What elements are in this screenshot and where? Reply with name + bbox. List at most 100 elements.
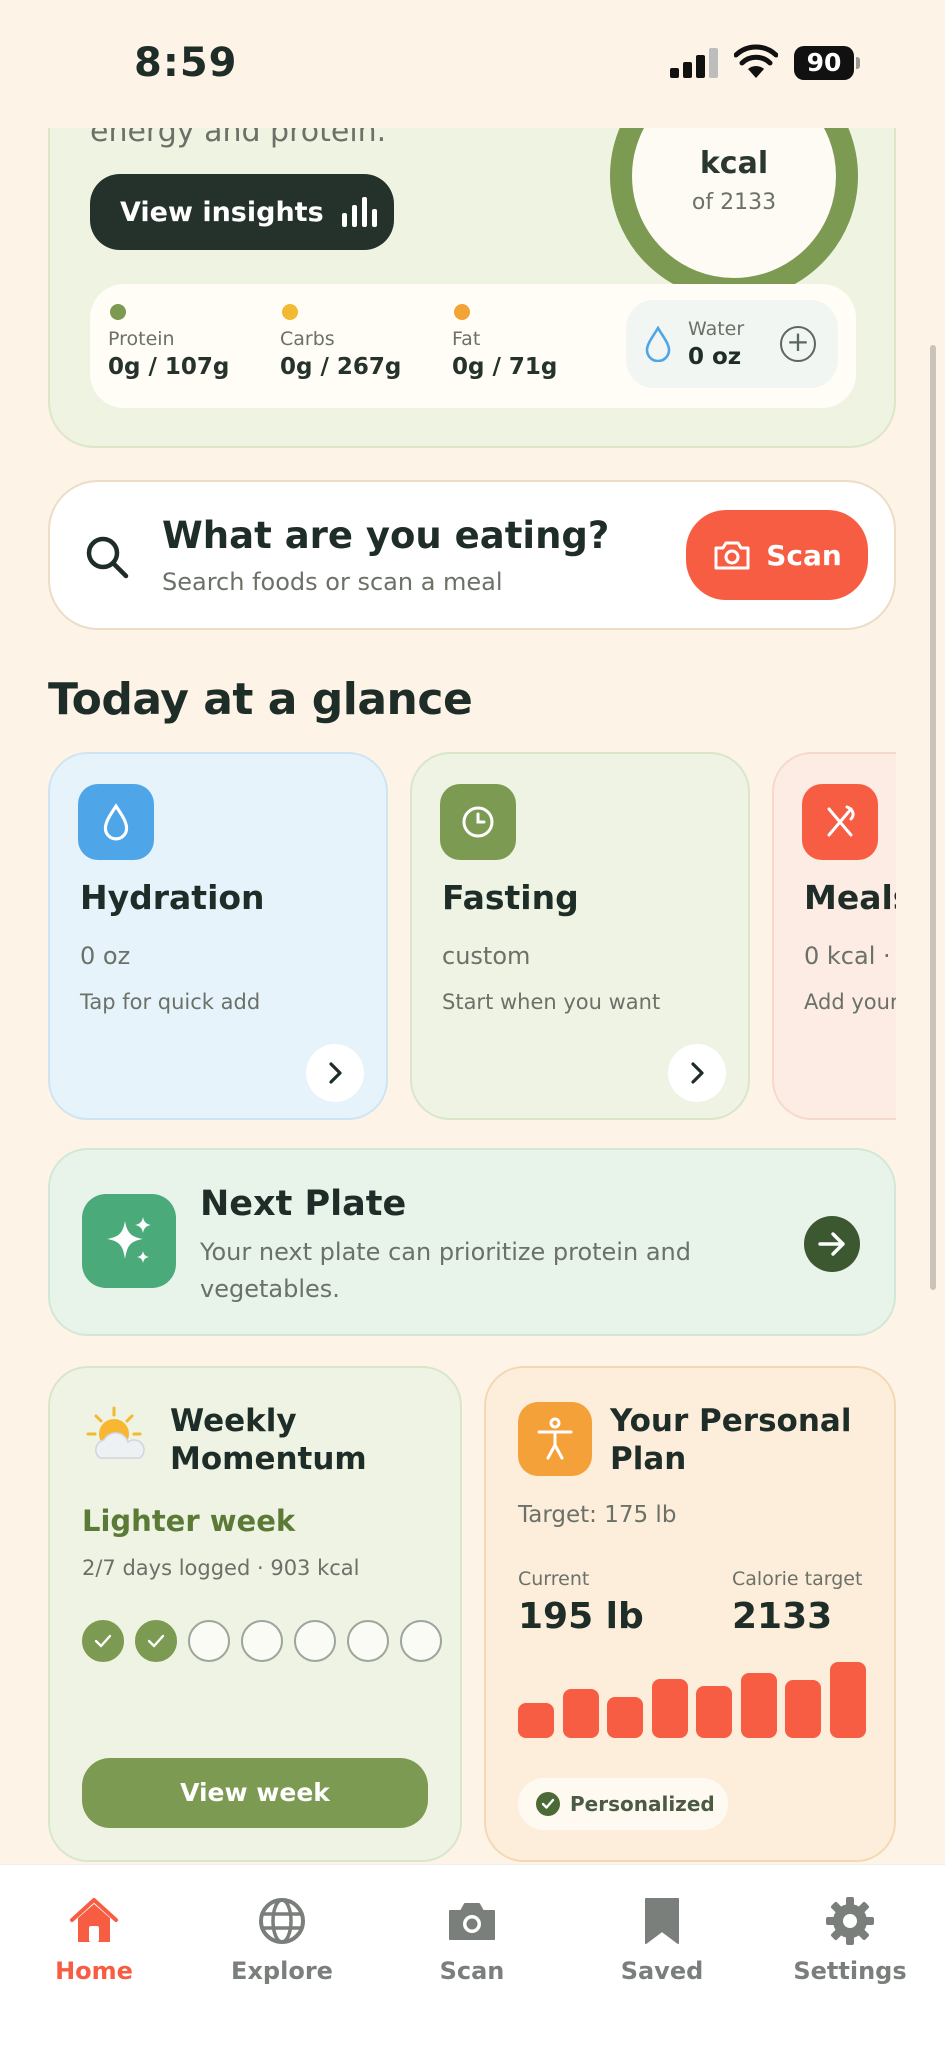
view-insights-button[interactable]: View insights [90,174,394,250]
water-drop-icon [645,326,671,362]
bar-chart-icon [341,197,377,227]
current-weight-value: 195 lb [518,1596,644,1637]
add-water-button[interactable]: + [780,326,816,362]
check-icon [147,1634,165,1648]
bookmark-icon [636,1895,688,1947]
calorie-ring-unit: kcal [699,146,769,181]
protein-dot [110,304,126,320]
trend-bar [740,1673,777,1738]
macro-protein-value: 0g / 107g [108,354,230,380]
tab-settings[interactable]: Settings [780,1895,920,1985]
chevron-right-icon [691,1062,704,1084]
tab-explore[interactable]: Explore [212,1895,352,1985]
sun-behind-cloud-icon [86,1406,145,1459]
check-circle-icon [536,1792,560,1816]
tab-saved[interactable]: Saved [592,1895,732,1985]
trend-bar [518,1703,554,1738]
battery-level: 90 [794,46,854,80]
tab-scan[interactable]: Scan [402,1895,542,1985]
scan-button-label: Scan [766,538,842,572]
next-plate-card[interactable]: Next Plate Your next plate can prioritiz… [48,1148,896,1336]
search-icon [86,536,129,579]
trend-bar [785,1680,822,1738]
tab-home[interactable]: Home [24,1895,164,1985]
current-weight-label: Current [518,1568,590,1590]
fasting-hint: Start when you want [442,990,661,1014]
calorie-ring-goal: of 2133 [691,190,777,215]
next-plate-title: Next Plate [200,1184,407,1224]
day-indicator [400,1620,442,1662]
plan-title-text: Your Personal Plan [610,1403,852,1477]
hydration-card[interactable]: Hydration 0 oz Tap for quick add [48,752,388,1120]
water-chip[interactable]: Water 0 oz + [626,300,838,388]
search-subtitle: Search foods or scan a meal [162,568,503,596]
tab-settings-label: Settings [793,1957,907,1985]
macro-fat-value: 0g / 71g [452,354,558,380]
wifi-icon [734,44,778,78]
fasting-card[interactable]: Fasting custom Start when you want [410,752,750,1120]
personalized-badge: Personalized [518,1778,728,1830]
tab-scan-label: Scan [439,1957,505,1985]
check-icon [94,1634,112,1648]
utensils-icon [827,805,855,837]
plan-trend-bars [518,1658,866,1738]
trend-bar [607,1697,644,1738]
fasting-icon-tile [440,784,516,860]
view-week-button[interactable]: View week [82,1758,428,1828]
hydration-hint: Tap for quick add [80,990,261,1014]
trend-bar [696,1686,733,1738]
weekly-momentum-card: Weekly Momentum Lighter week 2/7 days lo… [48,1366,462,1862]
plan-title: Your Personal Plan [610,1402,870,1478]
macro-carbs-label: Carbs [280,328,335,350]
day-indicator [188,1620,230,1662]
macro-fat: Fat 0g / 71g [452,304,557,380]
globe-icon [256,1895,308,1947]
macro-protein: Protein 0g / 107g [108,304,229,380]
day-indicator [347,1620,389,1662]
section-title-glance: Today at a glance [48,674,473,725]
fat-dot [454,304,470,320]
weekly-day-indicators [82,1620,442,1662]
scan-meal-button[interactable]: Scan [686,510,868,600]
tab-explore-label: Explore [231,1957,333,1985]
bottom-tab-bar: Home Explore Scan Saved Settings [0,1864,945,2048]
next-plate-text: Your next plate can prioritize protein a… [200,1238,691,1303]
personal-plan-card[interactable]: Your Personal Plan Target: 175 lb Curren… [484,1366,896,1862]
macro-protein-label: Protein [108,328,175,350]
hydration-open-button[interactable] [306,1044,364,1102]
battery-icon: 90 [794,46,860,80]
hydration-icon-tile [78,784,154,860]
water-value: 0 oz [688,344,742,370]
calorie-target-label: Calorie target [732,1568,863,1590]
plan-target: Target: 175 lb [518,1502,677,1528]
tab-home-label: Home [55,1957,133,1985]
weekly-title: Weekly Momentum [170,1402,370,1478]
fasting-open-button[interactable] [668,1044,726,1102]
camera-icon [446,1895,498,1947]
scroll-indicator[interactable] [930,345,936,1290]
chevron-right-icon [329,1062,342,1084]
status-bar: 8:59 90 [0,0,945,128]
food-search-card[interactable]: What are you eating? Search foods or sca… [48,480,896,630]
carbs-dot [282,304,298,320]
meals-card[interactable]: Meals 0 kcal · 0 Add your [772,752,896,1120]
fasting-value: custom [442,942,531,970]
hydration-title: Hydration [80,878,265,917]
water-label: Water [688,318,745,340]
next-plate-open-button[interactable] [804,1216,860,1272]
cellular-signal-icon [670,48,718,78]
trend-bar [562,1689,599,1738]
day-indicator [294,1620,336,1662]
gear-icon [824,1895,876,1947]
sparkles-icon-tile [82,1194,176,1288]
day-indicator [135,1620,177,1662]
weekly-summary: 2/7 days logged · 903 kcal [82,1556,360,1580]
meals-value: 0 kcal · 0 [804,942,896,970]
macro-fat-label: Fat [452,328,481,350]
meals-icon-tile [802,784,878,860]
plan-icon-tile [518,1402,592,1476]
status-time: 8:59 [134,40,238,86]
calorie-target-value: 2133 [732,1596,833,1637]
home-icon [68,1895,120,1947]
glance-carousel[interactable]: Hydration 0 oz Tap for quick add Fasting… [48,752,896,1122]
